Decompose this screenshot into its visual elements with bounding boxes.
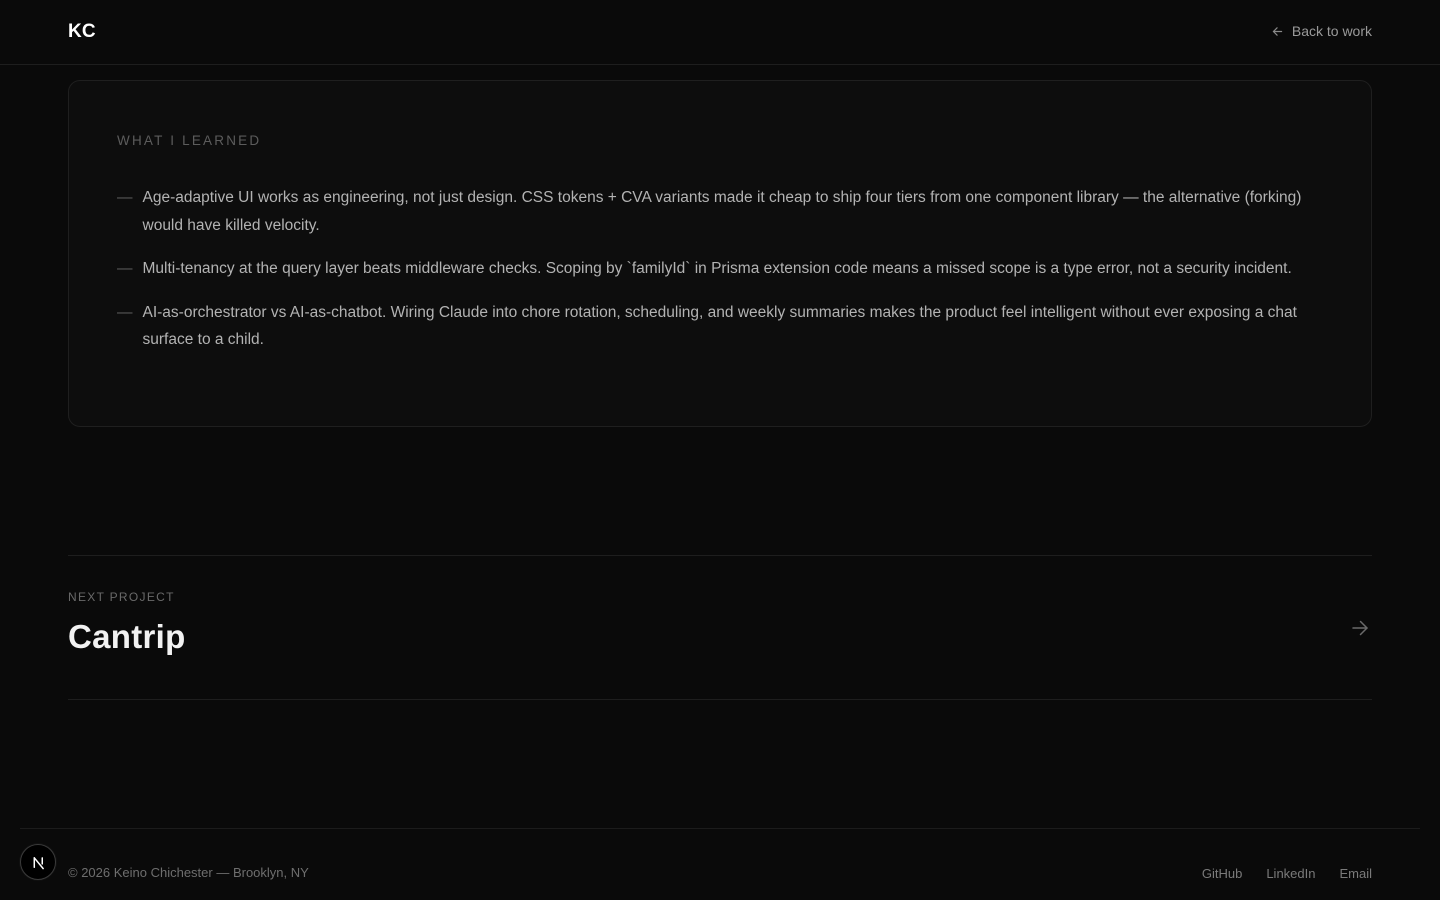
case-study-page: KC Back to work WHAT I LEARNED — Age-ada…	[0, 0, 1440, 900]
nextjs-badge-button[interactable]	[20, 844, 56, 880]
copyright-text: © 2026 Keino Chichester — Brooklyn, NY	[68, 865, 309, 880]
footer-divider	[20, 828, 1420, 829]
next-project-title: Cantrip	[68, 618, 186, 655]
site-header: KC Back to work	[0, 0, 1440, 65]
github-link[interactable]: GitHub	[1202, 866, 1242, 881]
learned-item-text: Age-adaptive UI works as engineering, no…	[142, 189, 1302, 234]
next-project-link[interactable]: NEXT PROJECT Cantrip	[68, 556, 1372, 699]
dash-marker: —	[117, 303, 133, 321]
email-link[interactable]: Email	[1339, 866, 1372, 881]
learned-item-text: Multi-tenancy at the query layer beats m…	[142, 260, 1292, 277]
footer-links: GitHub LinkedIn Email	[1202, 866, 1372, 881]
arrow-right-icon	[1352, 620, 1368, 636]
next-project-divider-bottom	[68, 699, 1372, 700]
back-to-work-label: Back to work	[1291, 23, 1372, 39]
list-item: — AI-as-orchestrator vs AI-as-chatbot. W…	[117, 299, 1327, 354]
what-i-learned-card: WHAT I LEARNED — Age-adaptive UI works a…	[68, 80, 1372, 427]
arrow-left-icon	[1272, 26, 1283, 36]
learned-list: — Age-adaptive UI works as engineering, …	[117, 184, 1327, 370]
back-to-work-link[interactable]: Back to work	[1271, 23, 1372, 39]
linkedin-link[interactable]: LinkedIn	[1266, 866, 1315, 881]
list-item: — Multi-tenancy at the query layer beats…	[117, 255, 1327, 283]
learned-heading: WHAT I LEARNED	[117, 133, 262, 148]
dash-marker: —	[117, 260, 133, 277]
learned-item-text: AI-as-orchestrator vs AI-as-chatbot. Wir…	[142, 303, 1297, 349]
nextjs-n-icon	[33, 856, 44, 869]
dash-marker: —	[117, 189, 133, 206]
list-item: — Age-adaptive UI works as engineering, …	[117, 184, 1327, 239]
logo[interactable]: KC	[68, 21, 96, 43]
next-project-label: NEXT PROJECT	[68, 590, 175, 604]
